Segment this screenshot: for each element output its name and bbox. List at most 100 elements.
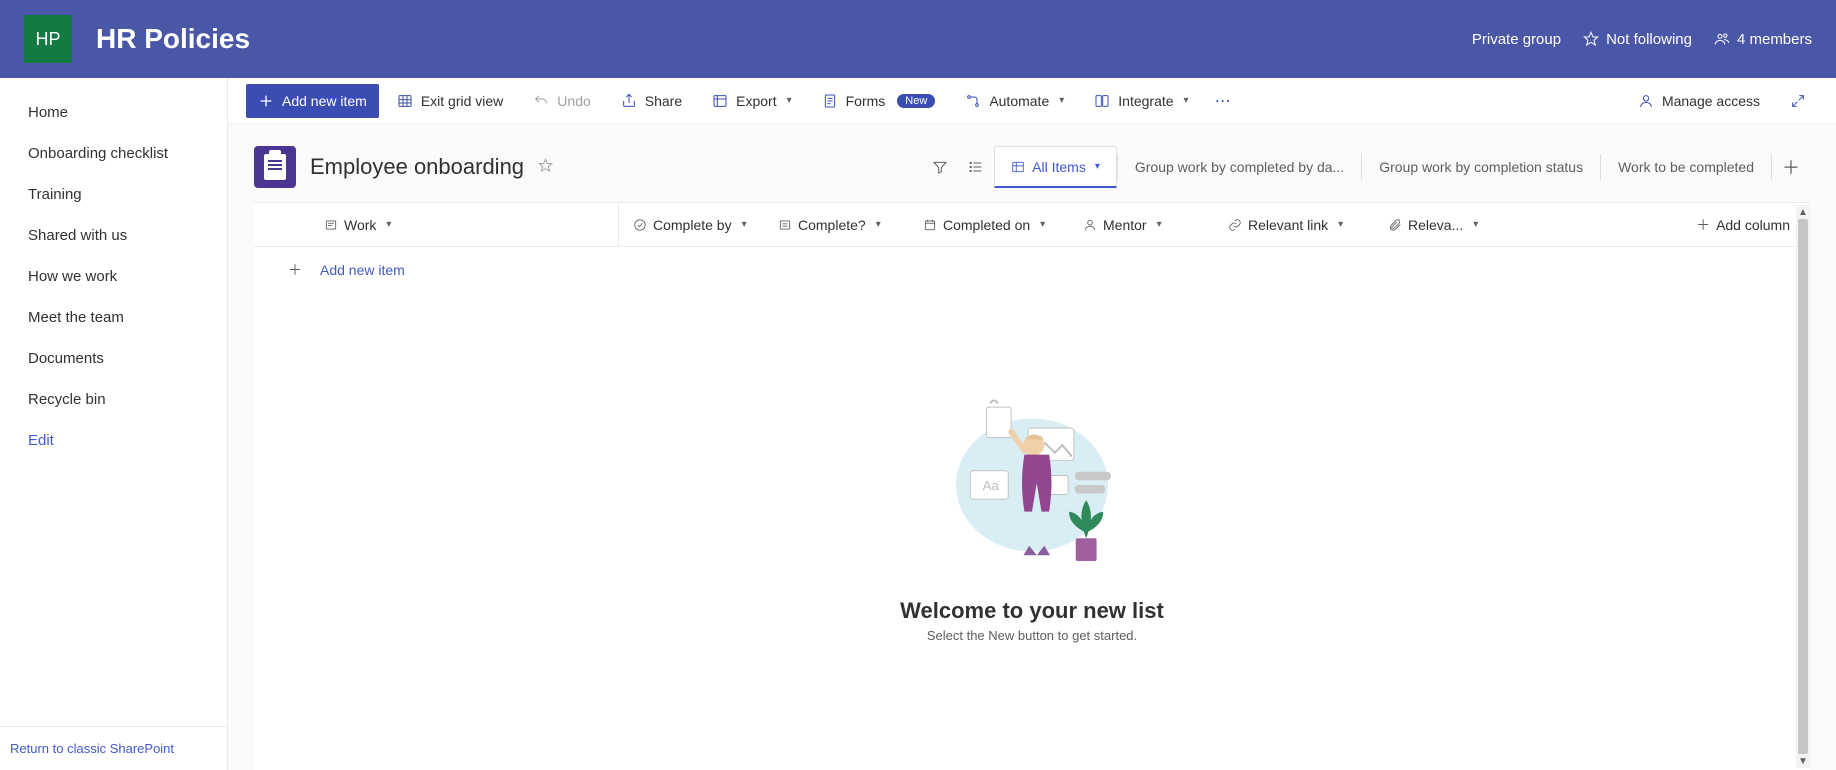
members-button[interactable]: 4 members	[1714, 31, 1812, 48]
manage-access-button[interactable]: Manage access	[1626, 84, 1772, 118]
exit-grid-view-button[interactable]: Exit grid view	[385, 84, 515, 118]
add-new-item-row[interactable]: ＋ Add new item	[254, 247, 1810, 293]
site-logo-initials: HP	[35, 29, 60, 50]
scroll-thumb[interactable]	[1798, 219, 1808, 754]
view-tab-label: Group work by completed by da...	[1135, 159, 1344, 175]
return-classic-link[interactable]: Return to classic SharePoint	[0, 727, 227, 770]
view-tab-label: All Items	[1032, 159, 1086, 175]
site-header: HP HR Policies Private group Not followi…	[0, 0, 1836, 78]
calendar-icon	[923, 218, 937, 232]
column-header-complete-by[interactable]: Complete by ▾	[619, 203, 764, 246]
filter-button[interactable]	[922, 146, 958, 188]
view-tab-group-by-date[interactable]: Group work by completed by da...	[1118, 146, 1361, 188]
chevron-down-icon: ▾	[1157, 219, 1162, 230]
scroll-down-arrow[interactable]: ▼	[1796, 754, 1810, 768]
sidebar-item-documents[interactable]: Documents	[0, 338, 227, 379]
sidebar-item-home[interactable]: Home	[0, 92, 227, 133]
forms-button[interactable]: Forms New	[810, 84, 948, 118]
add-column-label: Add column	[1716, 217, 1790, 233]
automate-button[interactable]: Automate ▾	[953, 84, 1076, 118]
column-header-completed-on[interactable]: Completed on ▾	[909, 203, 1069, 246]
main-region: Add new item Exit grid view Undo Share E…	[228, 78, 1836, 770]
sidebar-item-recycle-bin[interactable]: Recycle bin	[0, 379, 227, 420]
form-icon	[822, 93, 838, 109]
forms-label: Forms	[846, 93, 886, 109]
chevron-down-icon: ▾	[742, 219, 747, 230]
undo-button: Undo	[521, 84, 602, 118]
export-button[interactable]: Export ▾	[700, 84, 804, 118]
integrate-button[interactable]: Integrate ▾	[1082, 84, 1200, 118]
members-label: 4 members	[1737, 31, 1812, 48]
automate-icon	[965, 93, 981, 109]
column-header-label: Releva...	[1408, 217, 1463, 233]
site-title[interactable]: HR Policies	[96, 23, 250, 55]
column-headers-row: Work ▾ Complete by ▾ Complete? ▾	[254, 203, 1810, 247]
undo-label: Undo	[557, 93, 590, 109]
column-header-relevant-link[interactable]: Relevant link ▾	[1214, 203, 1374, 246]
return-classic-label: Return to classic SharePoint	[10, 741, 174, 756]
export-icon	[712, 93, 728, 109]
sidebar-item-label: Recycle bin	[28, 391, 106, 408]
sidebar-item-shared-with-us[interactable]: Shared with us	[0, 215, 227, 256]
column-header-label: Work	[344, 217, 376, 233]
filter-icon	[932, 159, 948, 175]
view-tab-group-by-status[interactable]: Group work by completion status	[1362, 146, 1600, 188]
follow-label: Not following	[1606, 31, 1692, 48]
share-button[interactable]: Share	[609, 84, 694, 118]
star-icon	[538, 158, 553, 173]
column-header-mentor[interactable]: Mentor ▾	[1069, 203, 1214, 246]
chevron-down-icon: ▾	[1040, 219, 1045, 230]
more-commands-button[interactable]: ⋯	[1207, 84, 1239, 118]
add-column-button[interactable]: ＋ Add column	[1682, 203, 1810, 246]
sidebar-edit-link[interactable]: Edit	[0, 420, 227, 461]
left-nav: Home Onboarding checklist Training Share…	[0, 78, 228, 770]
follow-button[interactable]: Not following	[1583, 31, 1692, 48]
view-tab-all-items[interactable]: All Items ▾	[994, 146, 1117, 188]
command-bar: Add new item Exit grid view Undo Share E…	[228, 78, 1836, 124]
column-header-label: Complete?	[798, 217, 866, 233]
empty-state-title: Welcome to your new list	[900, 598, 1164, 624]
sidebar-item-how-we-work[interactable]: How we work	[0, 256, 227, 297]
expand-icon	[1790, 93, 1806, 109]
views-row: All Items ▾ Group work by completed by d…	[922, 146, 1810, 188]
grid-icon	[1011, 160, 1025, 174]
add-view-button[interactable]: ＋	[1772, 146, 1810, 188]
privacy-label: Private group	[1472, 31, 1561, 48]
add-new-item-button[interactable]: Add new item	[246, 84, 379, 118]
sidebar-item-training[interactable]: Training	[0, 174, 227, 215]
sidebar-item-onboarding-checklist[interactable]: Onboarding checklist	[0, 133, 227, 174]
column-header-work[interactable]: Work ▾	[254, 203, 619, 246]
header-right-group: Private group Not following 4 members	[1472, 31, 1812, 48]
share-label: Share	[645, 93, 682, 109]
sidebar-item-label: How we work	[28, 268, 117, 285]
site-logo[interactable]: HP	[24, 15, 72, 63]
privacy-text: Private group	[1472, 31, 1561, 48]
sidebar-item-label: Training	[28, 186, 82, 203]
sidebar-item-label: Onboarding checklist	[28, 145, 168, 162]
list-icon	[968, 159, 984, 175]
scroll-up-arrow[interactable]: ▲	[1796, 205, 1810, 219]
choice-icon	[778, 218, 792, 232]
link-icon	[1228, 218, 1242, 232]
column-header-label: Relevant link	[1248, 217, 1328, 233]
grid-icon	[397, 93, 413, 109]
check-circle-icon	[633, 218, 647, 232]
favorite-star-button[interactable]	[538, 158, 553, 177]
view-tab-work-to-be-completed[interactable]: Work to be completed	[1601, 146, 1771, 188]
star-icon	[1583, 31, 1599, 47]
list-icon	[254, 146, 296, 188]
view-tab-label: Group work by completion status	[1379, 159, 1583, 175]
manage-access-label: Manage access	[1662, 93, 1760, 109]
list-view-toggle-button[interactable]	[958, 146, 994, 188]
ellipsis-icon: ⋯	[1215, 91, 1231, 111]
vertical-scrollbar[interactable]: ▲ ▼	[1796, 205, 1810, 768]
column-header-label: Mentor	[1103, 217, 1147, 233]
integrate-label: Integrate	[1118, 93, 1173, 109]
new-badge: New	[897, 94, 935, 108]
view-tab-label: Work to be completed	[1618, 159, 1754, 175]
plus-icon: ＋	[1696, 215, 1710, 235]
sidebar-item-meet-the-team[interactable]: Meet the team	[0, 297, 227, 338]
column-header-complete-question[interactable]: Complete? ▾	[764, 203, 909, 246]
expand-button[interactable]	[1778, 84, 1818, 118]
column-header-releva-truncated[interactable]: Releva... ▾	[1374, 203, 1519, 246]
